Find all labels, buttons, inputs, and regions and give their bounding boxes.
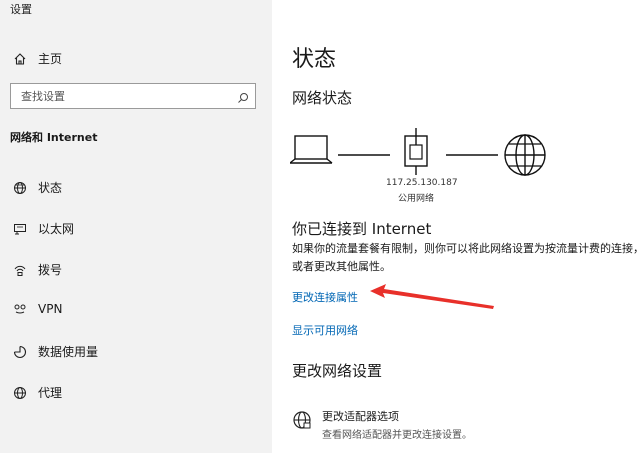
sidebar-item-dialup[interactable]: 拨号 — [10, 261, 62, 278]
search-input[interactable] — [19, 84, 223, 108]
adapter-options-title: 更改适配器选项 — [322, 410, 399, 423]
connection-status-heading: 你已连接到 Internet — [292, 220, 432, 238]
laptop-icon — [290, 135, 333, 164]
connection-description: 如果你的流量套餐有限制，则你可以将此网络设置为按流量计费的连接，或者更改其他属性… — [292, 242, 643, 273]
sidebar-item-label: VPN — [38, 302, 63, 316]
sidebar-item-label: 数据使用量 — [38, 345, 99, 359]
sidebar-section-label: 网络和 Internet — [10, 131, 98, 144]
ip-address: 117.25.130.187 — [386, 178, 458, 188]
app-title: 设置 — [10, 3, 32, 16]
internet-globe-icon — [504, 134, 546, 176]
sidebar-item-vpn[interactable]: VPN — [10, 302, 62, 316]
sidebar-item-label: 以太网 — [38, 222, 75, 236]
dialup-icon — [10, 263, 30, 277]
adapter-options-description: 查看网络适配器并更改连接设置。 — [322, 430, 472, 441]
vpn-icon — [10, 302, 30, 316]
change-connection-properties-link[interactable]: 更改连接属性 — [292, 289, 358, 305]
sidebar-item-ethernet[interactable]: 以太网 — [10, 220, 74, 237]
sidebar: 设置 主页 网络和 Internet 状态 以太网 拨号 VP — [0, 0, 272, 453]
ethernet-port-icon — [404, 128, 428, 175]
sidebar-item-home[interactable]: 主页 — [10, 50, 62, 67]
page-title: 状态 — [292, 47, 337, 72]
network-status-heading: 网络状态 — [292, 89, 353, 107]
show-available-networks-link[interactable]: 显示可用网络 — [292, 322, 358, 338]
home-icon — [10, 52, 30, 66]
sidebar-item-label: 状态 — [38, 181, 63, 195]
change-adapter-options-button[interactable]: 更改适配器选项 查看网络适配器并更改连接设置。 — [292, 408, 472, 441]
search-box[interactable] — [10, 83, 256, 109]
network-type: 公用网络 — [398, 194, 435, 204]
search-icon[interactable] — [237, 89, 249, 108]
data-usage-icon — [10, 345, 30, 359]
adapter-globe-icon — [292, 410, 314, 441]
sidebar-item-label: 代理 — [38, 386, 63, 400]
sidebar-item-label: 主页 — [38, 52, 63, 66]
ethernet-icon — [10, 222, 30, 236]
proxy-globe-icon — [10, 386, 30, 400]
sidebar-item-status[interactable]: 状态 — [10, 179, 62, 196]
sidebar-item-label: 拨号 — [38, 263, 63, 277]
change-network-settings-heading: 更改网络设置 — [292, 362, 383, 380]
globe-icon — [10, 181, 30, 195]
sidebar-item-data-usage[interactable]: 数据使用量 — [10, 343, 98, 360]
sidebar-item-proxy[interactable]: 代理 — [10, 384, 62, 401]
network-diagram — [290, 128, 546, 176]
